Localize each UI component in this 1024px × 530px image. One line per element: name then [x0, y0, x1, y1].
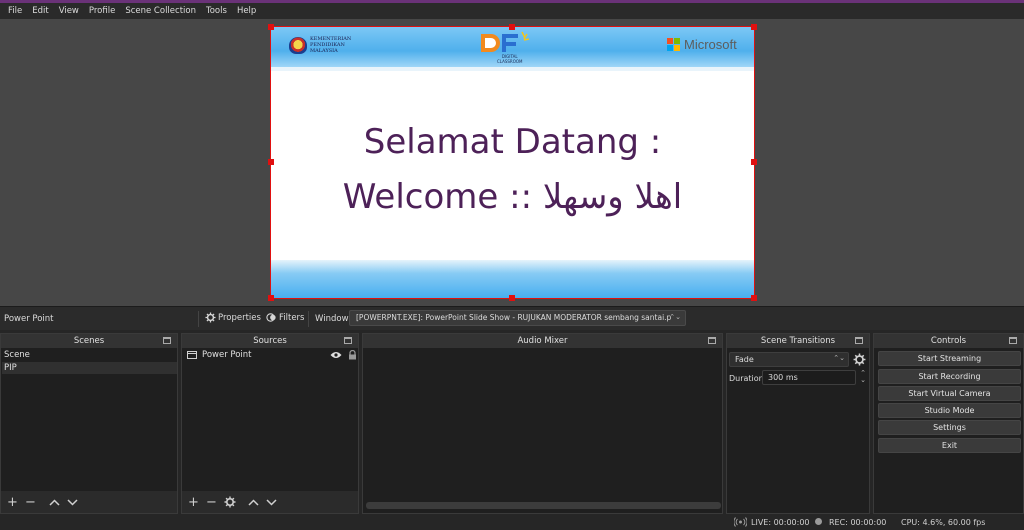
sources-dock: Sources Power Point + −: [181, 333, 359, 514]
move-up-icon[interactable]: [47, 495, 62, 510]
live-timer: LIVE: 00:00:00: [751, 518, 810, 527]
divider: [308, 311, 309, 327]
slide-footer-band: [271, 260, 754, 298]
float-dock-icon[interactable]: [1009, 337, 1017, 344]
filters-button[interactable]: Filters: [266, 312, 304, 323]
gear-icon: [205, 312, 216, 323]
float-dock-icon[interactable]: [855, 337, 863, 344]
source-item[interactable]: Power Point: [183, 349, 358, 361]
current-source-name: Power Point: [4, 314, 54, 324]
rec-timer: REC: 00:00:00: [829, 518, 887, 527]
sources-toolbar: + −: [182, 491, 358, 513]
add-icon[interactable]: +: [186, 495, 201, 510]
controls-title: Controls: [874, 334, 1023, 348]
ministry-crest-icon: [289, 36, 307, 54]
microsoft-grid-icon: [667, 38, 680, 51]
menu-file[interactable]: File: [3, 6, 27, 16]
menu-help[interactable]: Help: [232, 6, 261, 16]
ministry-line-3: MALAYSIA: [310, 48, 338, 54]
resize-handle-right[interactable]: [751, 159, 757, 165]
scenes-dock-title: Scenes: [1, 334, 177, 348]
updown-chevron-icon: ⌃⌄: [833, 354, 845, 362]
resize-handle-top-left[interactable]: [268, 24, 274, 30]
start-streaming-button[interactable]: Start Streaming: [878, 351, 1021, 366]
df-line-2: CLASSROOM: [497, 59, 523, 64]
resize-handle-top[interactable]: [509, 24, 515, 30]
menu-view[interactable]: View: [54, 6, 84, 16]
resize-handle-bottom[interactable]: [509, 295, 515, 301]
float-dock-icon[interactable]: [344, 337, 352, 344]
resize-handle-bottom-right[interactable]: [751, 295, 757, 301]
scenes-toolbar: + −: [1, 491, 177, 513]
resize-handle-top-right[interactable]: [751, 24, 757, 30]
move-up-icon[interactable]: [246, 495, 261, 510]
duration-spinner[interactable]: ⌃ ⌄: [858, 370, 868, 385]
remove-icon[interactable]: −: [204, 495, 219, 510]
cpu-fps-readout: CPU: 4.6%, 60.00 fps: [901, 518, 986, 527]
record-indicator-icon: [815, 518, 822, 525]
transition-select[interactable]: Fade ⌃⌄: [729, 352, 849, 367]
scene-item[interactable]: PIP: [2, 362, 177, 374]
transition-settings-gear-icon[interactable]: [853, 353, 866, 366]
menu-bar: File Edit View Profile Scene Collection …: [0, 3, 1024, 19]
window-field-label: Window: [315, 314, 349, 324]
duration-input[interactable]: 300 ms: [762, 370, 856, 385]
studio-mode-button[interactable]: Studio Mode: [878, 403, 1021, 418]
window-select[interactable]: [POWERPNT.EXE]: PowerPoint Slide Show - …: [349, 310, 686, 326]
microsoft-logo: Microsoft: [667, 37, 737, 52]
mixer-scrollbar[interactable]: [366, 502, 721, 509]
duration-value: 300 ms: [768, 373, 798, 382]
properties-label: Properties: [218, 312, 261, 323]
filter-icon: [266, 313, 276, 322]
settings-button[interactable]: Settings: [878, 420, 1021, 435]
eye-icon[interactable]: [330, 351, 342, 359]
ministry-logo-text: KEMENTERIAN PENDIDIKAN MALAYSIA: [310, 36, 351, 54]
slide-title-line-2: Welcome :: اهلا وسهلا: [342, 177, 683, 217]
scene-item[interactable]: Scene: [2, 349, 177, 361]
audio-mixer-dock: Audio Mixer: [362, 333, 723, 514]
window-capture-icon: [187, 351, 197, 359]
float-dock-icon[interactable]: [163, 337, 171, 344]
menu-edit[interactable]: Edit: [27, 6, 53, 16]
move-down-icon[interactable]: [65, 495, 80, 510]
slide-preview[interactable]: KEMENTERIAN PENDIDIKAN MALAYSIA DIGITAL …: [270, 26, 755, 299]
source-item-label: Power Point: [202, 350, 252, 360]
float-dock-icon[interactable]: [708, 337, 716, 344]
controls-dock: Controls Start Streaming Start Recording…: [873, 333, 1024, 514]
digital-classroom-logo: DIGITAL CLASSROOM: [479, 30, 539, 64]
menu-profile[interactable]: Profile: [84, 6, 120, 16]
start-recording-button[interactable]: Start Recording: [878, 369, 1021, 384]
updown-chevron-icon: ⌃⌄: [669, 313, 681, 321]
exit-button[interactable]: Exit: [878, 438, 1021, 453]
menu-scene-collection[interactable]: Scene Collection: [120, 6, 201, 16]
filters-label: Filters: [279, 312, 305, 323]
resize-handle-left[interactable]: [268, 159, 274, 165]
microsoft-logo-text: Microsoft: [684, 37, 737, 52]
status-bar: LIVE: 00:00:00 REC: 00:00:00 CPU: 4.6%, …: [0, 514, 1024, 530]
slide-title-line-1: Selamat Datang :: [363, 122, 662, 162]
menu-tools[interactable]: Tools: [201, 6, 232, 16]
resize-handle-bottom-left[interactable]: [268, 295, 274, 301]
scene-transitions-title: Scene Transitions: [727, 334, 869, 348]
lock-icon[interactable]: [348, 350, 357, 360]
scene-transitions-dock: Scene Transitions Fade ⌃⌄ Duration 300 m…: [726, 333, 870, 514]
remove-icon[interactable]: −: [23, 495, 38, 510]
audio-mixer-title: Audio Mixer: [363, 334, 722, 348]
ministry-logo: KEMENTERIAN PENDIDIKAN MALAYSIA: [289, 36, 351, 54]
move-down-icon[interactable]: [264, 495, 279, 510]
divider: [198, 311, 199, 327]
transition-select-value: Fade: [735, 355, 754, 364]
duration-label: Duration: [729, 374, 764, 383]
properties-button[interactable]: Properties: [205, 312, 261, 323]
scenes-dock: Scenes Scene PIP + −: [0, 333, 178, 514]
gear-icon[interactable]: [222, 495, 237, 510]
start-virtual-camera-button[interactable]: Start Virtual Camera: [878, 386, 1021, 401]
sources-dock-title: Sources: [182, 334, 358, 348]
add-icon[interactable]: +: [5, 495, 20, 510]
broadcast-icon: [734, 517, 747, 527]
slide-header-divider: [271, 67, 754, 71]
window-select-value: [POWERPNT.EXE]: PowerPoint Slide Show - …: [356, 313, 672, 322]
